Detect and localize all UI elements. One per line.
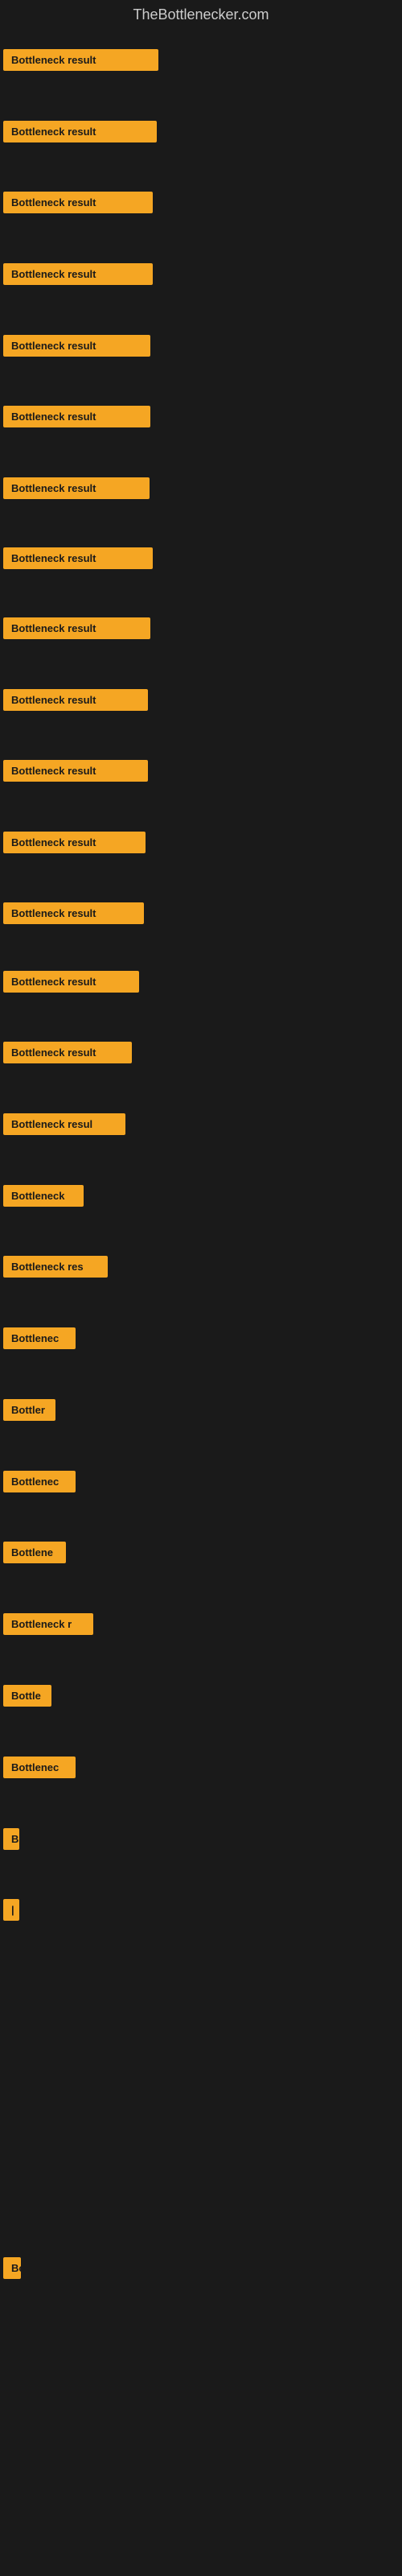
bottleneck-result-item: Bottleneck result: [3, 406, 150, 427]
bottleneck-result-item: Bottleneck result: [3, 263, 153, 285]
bottleneck-result-item: Bottleneck r: [3, 1613, 93, 1635]
bottleneck-result-item: Bottleneck result: [3, 617, 150, 639]
bottleneck-result-item: Bottleneck result: [3, 902, 144, 924]
bottleneck-result-item: Bottleneck result: [3, 971, 139, 993]
site-title: TheBottlenecker.com: [0, 0, 402, 27]
bottleneck-result-item: Bottlenec: [3, 1327, 76, 1349]
bottleneck-result-item: Bottleneck result: [3, 477, 150, 499]
bottleneck-result-item: Bottleneck result: [3, 1042, 132, 1063]
bottleneck-result-item: Bottler: [3, 1399, 55, 1421]
bottleneck-result-item: Bottleneck result: [3, 49, 158, 71]
bottleneck-result-item: Bottlenec: [3, 1757, 76, 1778]
bottleneck-result-item: Bo: [3, 2257, 21, 2279]
bottleneck-result-item: Bottleneck result: [3, 832, 146, 853]
bottleneck-result-item: Bottleneck result: [3, 335, 150, 357]
bottleneck-result-item: Bottleneck: [3, 1185, 84, 1207]
bottleneck-result-item: Bottleneck result: [3, 760, 148, 782]
bottleneck-result-item: Bottlene: [3, 1542, 66, 1563]
bottleneck-result-item: Bottleneck result: [3, 689, 148, 711]
bottleneck-result-item: |: [3, 1899, 19, 1921]
bottleneck-result-item: Bottle: [3, 1685, 51, 1707]
bottleneck-result-item: B: [3, 1828, 19, 1850]
bottleneck-result-item: Bottleneck result: [3, 121, 157, 142]
bottleneck-result-item: Bottlenec: [3, 1471, 76, 1492]
bottleneck-result-item: Bottleneck res: [3, 1256, 108, 1278]
bottleneck-result-item: Bottleneck result: [3, 192, 153, 213]
bottleneck-result-item: Bottleneck resul: [3, 1113, 125, 1135]
bottleneck-result-item: Bottleneck result: [3, 547, 153, 569]
